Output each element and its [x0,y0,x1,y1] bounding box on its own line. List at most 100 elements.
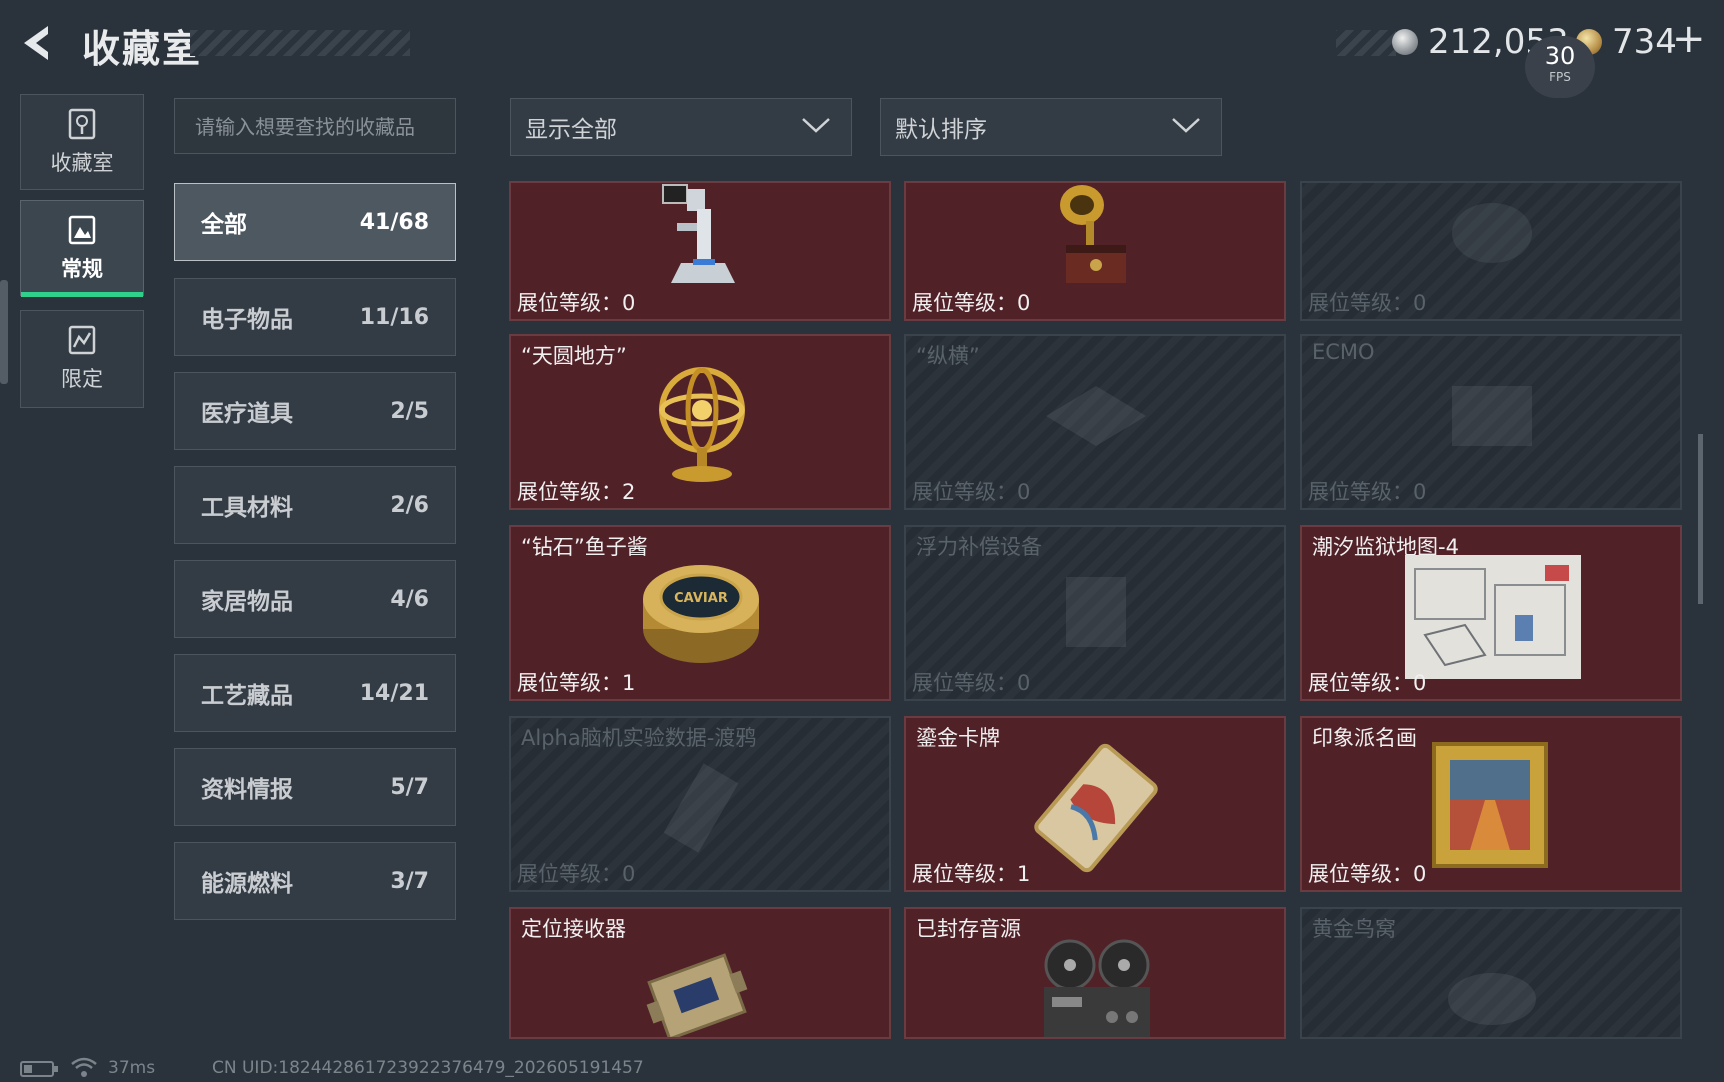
category-count: 11/16 [359,304,429,330]
category-label: 全部 [201,212,247,238]
ecmo-icon [1432,376,1552,460]
battery-icon [20,1060,60,1082]
gramophone-icon [1046,183,1146,297]
caviar-label: CAVIAR [674,591,728,606]
wifi-icon [70,1056,98,1082]
item-name: 黄金鸟窝 [1312,917,1396,941]
nav-regular[interactable]: 常规 [20,200,144,297]
image-icon [67,213,97,247]
title-decoration [190,30,410,56]
sort-dropdown[interactable]: 默认排序 [880,98,1222,156]
tape-recorder-icon [1032,937,1162,1037]
category-medical[interactable]: 医疗道具 2/5 [174,372,456,450]
item-card[interactable]: 展位等级：0 [904,181,1286,321]
item-name: “钻石”鱼子酱 [521,535,648,559]
bcd-vest-icon [1036,567,1156,661]
grid-scrollbar[interactable] [1698,434,1703,604]
item-card[interactable]: 展位等级：0 [509,181,891,321]
item-card[interactable]: 印象派名画 展位等级：0 [1300,716,1682,892]
category-label: 工具材料 [201,495,293,521]
fps-label: FPS [1549,70,1571,84]
fps-value: 30 [1544,42,1576,70]
category-all[interactable]: 全部 41/68 [174,183,456,261]
item-card[interactable]: 潮汐监狱地图-4 展位等级：0 [1300,525,1682,701]
gilded-card-icon [1026,738,1166,882]
display-level: 展位等级：1 [517,671,636,695]
currency-decoration [1336,30,1396,56]
armillary-sphere-icon [647,358,757,492]
display-level: 展位等级：0 [912,671,1031,695]
display-level: 展位等级：0 [1308,291,1427,315]
item-card[interactable]: ECMO 展位等级：0 [1300,334,1682,510]
display-level: 展位等级：0 [912,291,1031,315]
display-level: 展位等级：0 [517,862,636,886]
category-label: 能源燃料 [201,871,293,897]
display-level: 展位等级：0 [1308,862,1427,886]
page-title: 收藏室 [82,27,203,71]
item-card[interactable]: 已封存音源 [904,907,1286,1039]
category-tools[interactable]: 工具材料 2/6 [174,466,456,544]
search-input[interactable]: 请输入想要查找的收藏品 [174,98,456,154]
item-card[interactable]: 鎏金卡牌 展位等级：1 [904,716,1286,892]
item-card[interactable]: 浮力补偿设备 展位等级：0 [904,525,1286,701]
chevron-down-icon [801,114,831,140]
nav-vault[interactable]: 收藏室 [20,94,144,190]
ping-value: 37ms [108,1058,156,1078]
category-count: 5/7 [390,774,429,800]
item-name: 浮力补偿设备 [916,535,1042,559]
category-fuel[interactable]: 能源燃料 3/7 [174,842,456,920]
nav-limited-label: 限定 [61,367,103,391]
item-name: 鎏金卡牌 [916,726,1000,750]
fps-counter: 30 FPS [1525,36,1595,98]
item-name: “天圆地方” [521,344,627,368]
item-name: 已封存音源 [916,917,1021,941]
item-card[interactable]: 展位等级：0 [1300,181,1682,321]
category-electronics[interactable]: 电子物品 11/16 [174,278,456,356]
painting-icon [1430,740,1550,874]
top-bar: 收藏室 212,053 734 + 30 FPS [0,0,1724,98]
display-level: 展位等级：2 [517,480,636,504]
chevron-down-icon [1171,114,1201,140]
category-count: 4/6 [390,586,429,612]
board-icon [1036,376,1156,460]
category-household[interactable]: 家居物品 4/6 [174,560,456,638]
item-name: ECMO [1312,340,1375,364]
left-scroll-indicator [0,280,8,384]
display-level: 展位等级：1 [912,862,1031,886]
category-count: 14/21 [359,680,429,706]
display-level: 展位等级：0 [1308,671,1427,695]
item-name: 印象派名画 [1312,726,1417,750]
item-card[interactable]: Alpha脑机实验数据-渡鸦 展位等级：0 [509,716,891,892]
item-name: 定位接收器 [521,917,626,941]
user-uid: CN UID:18244286172392237647​9_2026051914… [212,1058,644,1078]
category-count: 2/6 [390,492,429,518]
item-name: “纵横” [916,344,980,368]
category-label: 医疗道具 [201,401,293,427]
nav-vault-label: 收藏室 [50,151,114,175]
display-filter-value: 显示全部 [525,117,617,143]
surgical-robot-icon [653,183,753,297]
nav-limited[interactable]: 限定 [20,310,144,408]
display-level: 展位等级：0 [1308,480,1427,504]
item-card[interactable]: “天圆地方” 展位等级：2 [509,334,891,510]
helmet-icon [1442,193,1542,277]
category-label: 资料情报 [201,777,293,803]
map-icon [1405,555,1581,683]
sort-value: 默认排序 [895,117,987,143]
nav-regular-label: 常规 [61,257,103,281]
category-count: 41/68 [359,209,429,235]
item-card[interactable]: 黄金鸟窝 [1300,907,1682,1039]
golden-nest-icon [1442,949,1542,1033]
item-card[interactable]: 定位接收器 [509,907,891,1039]
category-label: 工艺藏品 [201,683,293,709]
category-crafts[interactable]: 工艺藏品 14/21 [174,654,456,732]
category-label: 家居物品 [201,589,293,615]
category-intel[interactable]: 资料情报 5/7 [174,748,456,826]
display-filter-dropdown[interactable]: 显示全部 [510,98,852,156]
active-tab-indicator [21,292,143,297]
category-count: 3/7 [390,868,429,894]
item-card[interactable]: “钻石”鱼子酱 CAVIAR 展位等级：1 [509,525,891,701]
back-arrow-icon[interactable] [18,22,60,64]
add-currency-button[interactable]: + [1672,16,1706,62]
item-card[interactable]: “纵横” 展位等级：0 [904,334,1286,510]
